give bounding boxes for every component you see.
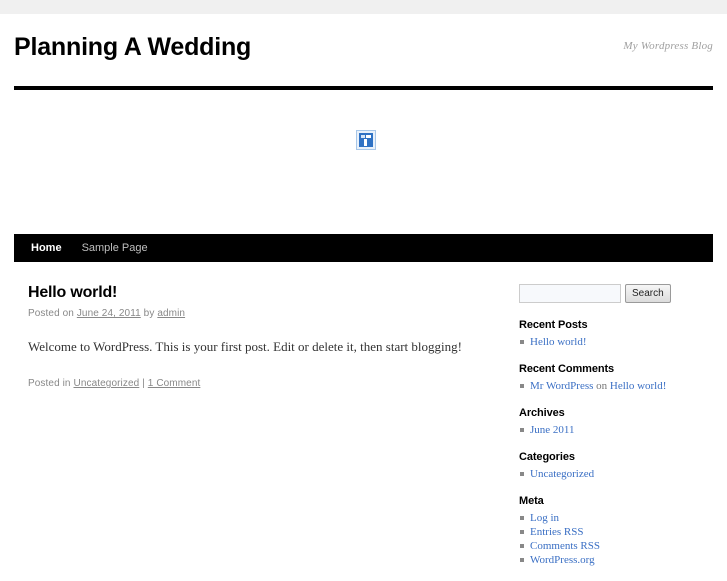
- widget-title-recent-posts: Recent Posts: [519, 319, 588, 331]
- site-description: My Wordpress Blog: [623, 40, 713, 52]
- widget-list-archives: June 2011: [519, 423, 699, 437]
- nav-item-home[interactable]: Home: [31, 234, 62, 262]
- post-meta-date-link[interactable]: June 24, 2011: [77, 308, 141, 319]
- post-footer-category-link[interactable]: Uncategorized: [74, 378, 140, 389]
- widget-meta: Meta Log in Entries RSS Comments RSS Wor…: [519, 495, 699, 567]
- sidebar: Search Recent Posts Hello world! Recent …: [519, 284, 699, 581]
- search-input[interactable]: [519, 284, 621, 303]
- widget-list-categories: Uncategorized: [519, 467, 699, 481]
- post-title[interactable]: Hello world!: [28, 284, 519, 302]
- site-header: Planning A Wedding My Wordpress Blog: [14, 14, 713, 78]
- comment-author-link[interactable]: Mr WordPress: [530, 380, 593, 392]
- comment-post-link[interactable]: Hello world!: [610, 380, 667, 392]
- list-item: Mr WordPress on Hello world!: [519, 379, 699, 393]
- widget-title-categories: Categories: [519, 451, 575, 463]
- meta-link-entries-rss[interactable]: Entries RSS: [530, 526, 583, 538]
- post-meta-posted-on-label: Posted on: [28, 308, 74, 319]
- list-item: WordPress.org: [519, 553, 699, 567]
- nav-item-sample-page[interactable]: Sample Page: [82, 234, 148, 262]
- list-item: Comments RSS: [519, 539, 699, 553]
- post-meta: Posted on June 24, 2011 by admin: [28, 308, 519, 319]
- widget-title-archives: Archives: [519, 407, 565, 419]
- meta-link-login[interactable]: Log in: [530, 512, 559, 524]
- category-link[interactable]: Uncategorized: [530, 468, 594, 480]
- widget-list-recent-posts: Hello world!: [519, 335, 699, 349]
- list-item: Log in: [519, 511, 699, 525]
- post-footer-meta: Posted in Uncategorized | 1 Comment: [28, 378, 519, 389]
- search-form[interactable]: Search: [519, 284, 699, 303]
- main-content-column: Hello world! Posted on June 24, 2011 by …: [14, 284, 519, 581]
- widget-list-meta: Log in Entries RSS Comments RSS WordPres…: [519, 511, 699, 567]
- page-wrapper: Planning A Wedding My Wordpress Blog Hom…: [14, 14, 713, 581]
- list-item: Uncategorized: [519, 467, 699, 481]
- list-item: Entries RSS: [519, 525, 699, 539]
- broken-image-icon: [356, 130, 376, 150]
- post-meta-by-label: by: [143, 308, 155, 319]
- site-title[interactable]: Planning A Wedding: [14, 32, 713, 62]
- post-footer-comments-link[interactable]: 1 Comment: [148, 378, 201, 389]
- search-button[interactable]: Search: [625, 284, 671, 303]
- post-footer-posted-in-label: Posted in: [28, 378, 71, 389]
- header-image-area: [14, 90, 713, 234]
- meta-link-comments-rss[interactable]: Comments RSS: [530, 540, 600, 552]
- widget-recent-comments: Recent Comments Mr WordPress on Hello wo…: [519, 363, 699, 393]
- site-navigation[interactable]: Home Sample Page: [14, 234, 713, 262]
- widget-archives: Archives June 2011: [519, 407, 699, 437]
- browser-chrome-strip: [0, 0, 727, 14]
- widget-list-recent-comments: Mr WordPress on Hello world!: [519, 379, 699, 393]
- archive-link[interactable]: June 2011: [530, 424, 575, 436]
- broken-image-glyph: [359, 133, 373, 147]
- comment-on-label: on: [596, 380, 608, 392]
- list-item: Hello world!: [519, 335, 699, 349]
- recent-post-link[interactable]: Hello world!: [530, 336, 587, 348]
- post-body-text: Welcome to WordPress. This is your first…: [28, 339, 462, 354]
- post-meta-author-link[interactable]: admin: [157, 308, 185, 319]
- widget-recent-posts: Recent Posts Hello world!: [519, 319, 699, 349]
- broken-image-glyph-bar: [364, 139, 367, 146]
- content-row: Hello world! Posted on June 24, 2011 by …: [14, 262, 713, 581]
- widget-categories: Categories Uncategorized: [519, 451, 699, 481]
- list-item: June 2011: [519, 423, 699, 437]
- widget-title-meta: Meta: [519, 495, 544, 507]
- meta-link-wordpress-org[interactable]: WordPress.org: [530, 554, 595, 566]
- widget-title-recent-comments: Recent Comments: [519, 363, 615, 375]
- post-footer-separator: |: [142, 378, 145, 389]
